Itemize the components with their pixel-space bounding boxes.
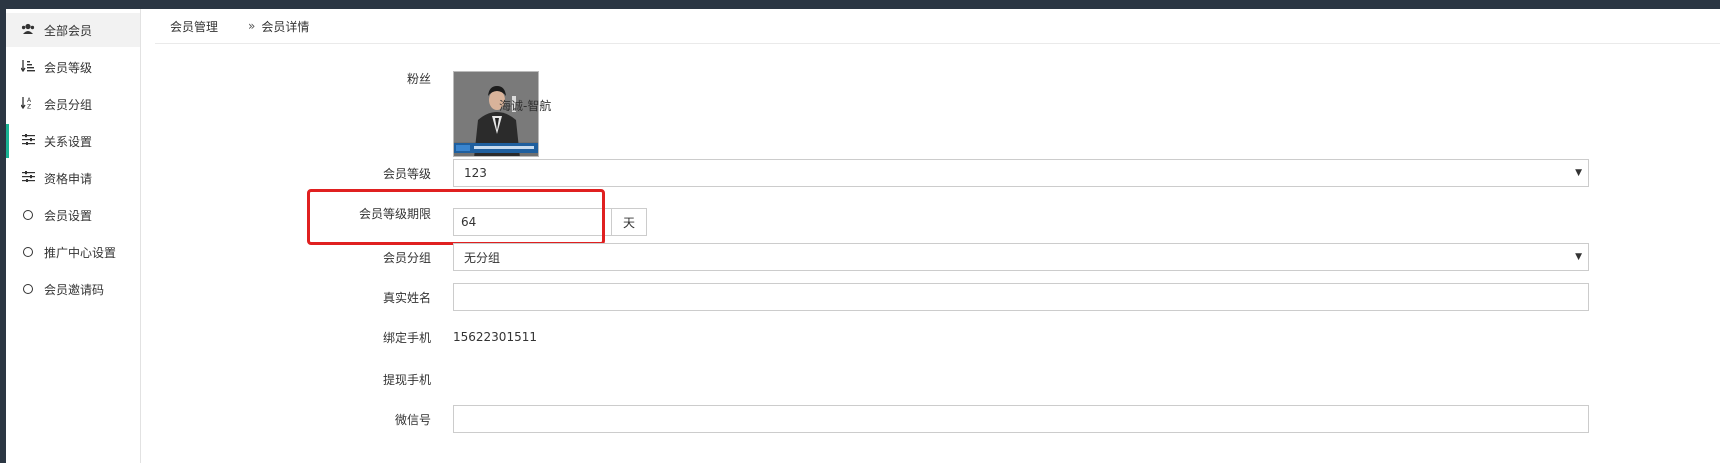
sidebar-item-invite-code[interactable]: 会员邀请码 xyxy=(6,272,140,306)
sliders-icon xyxy=(18,134,38,148)
member-group-label: 会员分组 xyxy=(382,251,431,265)
withdraw-phone-label: 提现手机 xyxy=(382,373,431,387)
sidebar-item-label: 会员分组 xyxy=(44,97,93,112)
sidebar-item-promotion-center-settings[interactable]: 推广中心设置 xyxy=(6,235,140,269)
caret-down-icon: ▼ xyxy=(1575,168,1582,178)
member-group-select[interactable]: 无分组 ▼ xyxy=(453,243,1589,271)
sidebar-item-label: 会员设置 xyxy=(44,208,93,223)
sidebar-item-relation-settings[interactable]: 关系设置 xyxy=(6,124,140,158)
circle-icon xyxy=(23,210,33,220)
breadcrumb-current: 会员详情 xyxy=(261,19,310,34)
circle-icon xyxy=(23,247,33,257)
sidebar: 全部会员 会员等级 AZ 会员分组 关系设置 资格申请 会员设置 推广中心设置 … xyxy=(6,9,141,463)
sidebar-item-qualification-apply[interactable]: 资格申请 xyxy=(6,161,140,195)
member-level-label: 会员等级 xyxy=(382,167,431,181)
real-name-input[interactable] xyxy=(453,283,1589,311)
sidebar-item-member-settings[interactable]: 会员设置 xyxy=(6,198,140,232)
level-period-unit-addon: 天 xyxy=(611,208,647,236)
sidebar-item-label: 关系设置 xyxy=(44,134,93,149)
main-content: 会员管理 » 会员详情 粉丝 海诚-智航 会员等级 123 ▼ 会员等级期限 天… xyxy=(141,9,1720,463)
member-level-select[interactable]: 123 ▼ xyxy=(453,159,1589,187)
sort-amount-icon xyxy=(18,59,38,75)
breadcrumb-separator: » xyxy=(248,19,256,33)
fan-avatar xyxy=(453,71,539,157)
wechat-label: 微信号 xyxy=(394,413,431,427)
sidebar-item-member-level[interactable]: 会员等级 xyxy=(6,50,140,84)
sidebar-item-label: 全部会员 xyxy=(44,23,93,38)
sliders-icon xyxy=(18,171,38,185)
sidebar-item-label: 资格申请 xyxy=(44,171,93,186)
member-group-value: 无分组 xyxy=(464,250,501,265)
bound-phone-label: 绑定手机 xyxy=(382,331,431,345)
sidebar-item-label: 推广中心设置 xyxy=(44,245,117,260)
member-level-value: 123 xyxy=(464,166,487,180)
circle-icon xyxy=(23,284,33,294)
real-name-label: 真实姓名 xyxy=(382,291,431,305)
breadcrumb-root-link[interactable]: 会员管理 xyxy=(170,18,218,35)
top-bar xyxy=(0,0,1720,9)
sort-alpha-icon: AZ xyxy=(18,96,38,112)
fan-nickname: 海诚-智航 xyxy=(499,99,552,113)
sidebar-item-label: 会员邀请码 xyxy=(44,282,105,297)
breadcrumb: 会员管理 » 会员详情 xyxy=(155,9,1720,44)
bound-phone-value: 15622301511 xyxy=(453,330,537,344)
highlight-annotation-box xyxy=(307,189,605,245)
wechat-input[interactable] xyxy=(453,405,1589,433)
sidebar-item-member-group[interactable]: AZ 会员分组 xyxy=(6,87,140,121)
caret-down-icon: ▼ xyxy=(1575,252,1582,262)
sidebar-item-all-members[interactable]: 全部会员 xyxy=(6,13,140,47)
sidebar-item-label: 会员等级 xyxy=(44,60,93,75)
fans-label: 粉丝 xyxy=(406,72,431,86)
users-icon xyxy=(18,23,38,38)
svg-text:Z: Z xyxy=(27,104,31,110)
